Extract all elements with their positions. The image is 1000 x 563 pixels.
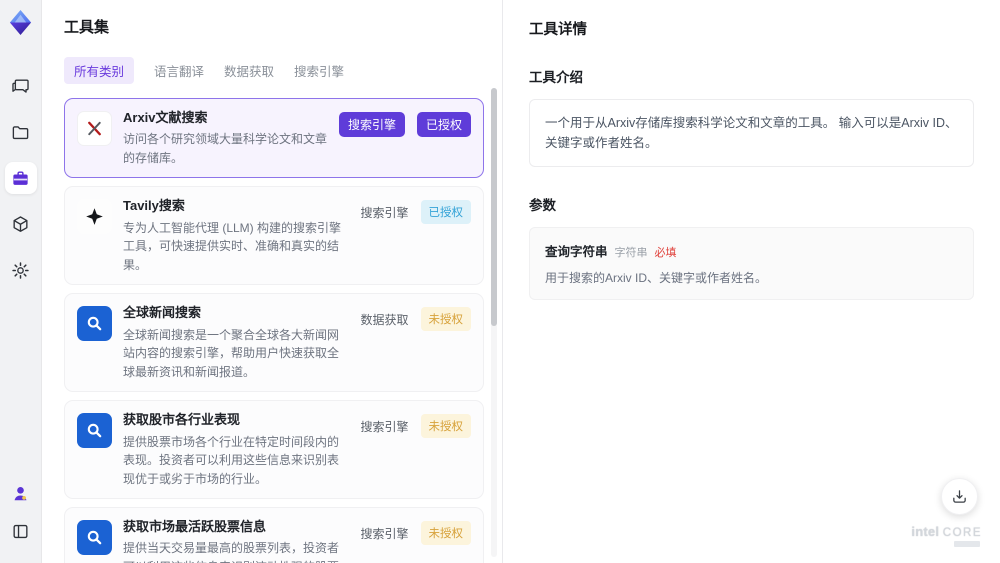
tool-description: 提供当天交易量最高的股票列表，投资者可以利用这些信息来识别流动性强的股票和潜在的… <box>123 541 340 563</box>
intel-brand-text: intel <box>911 524 940 539</box>
tool-description: 访问各个研究领域大量科学论文和文章的存储库。 <box>123 132 328 165</box>
avatar-icon <box>14 486 27 500</box>
tab-translation[interactable]: 语言翻译 <box>154 57 204 84</box>
app-window: 工具集 所有类别 语言翻译 数据获取 搜索引擎 Arxiv文献搜索 访问各个研究… <box>0 0 1000 563</box>
app-sidebar <box>0 0 42 563</box>
sidebar-item-chat[interactable] <box>5 70 37 102</box>
tool-description: 提供股票市场各个行业在特定时间段内的表现。投资者可以利用这些信息来识别表现优于或… <box>123 434 340 486</box>
search-tile-icon <box>77 413 112 449</box>
tool-title: 获取股市各行业表现 <box>123 412 241 428</box>
tool-title: 全球新闻搜索 <box>123 305 202 321</box>
scrollbar-thumb[interactable] <box>491 88 497 326</box>
tool-title: Tavily搜索 <box>123 198 185 214</box>
tool-title: 获取市场最活跃股票信息 <box>123 519 267 535</box>
tab-data-fetch[interactable]: 数据获取 <box>224 57 274 84</box>
toolbox-icon <box>13 170 28 185</box>
category-badge: 搜索引擎 <box>338 112 405 137</box>
page-title: 工具集 <box>64 19 110 36</box>
detail-title: 工具详情 <box>529 22 587 38</box>
tool-detail-panel: 工具详情 工具介绍 一个用于从Arxiv存储库搜索科学论文和文章的工具。 输入可… <box>502 0 1000 563</box>
tool-title: Arxiv文献搜索 <box>123 110 208 125</box>
panel-toggle-icon <box>13 524 28 538</box>
status-badge: 未授权 <box>420 307 471 332</box>
sidebar-item-collapse[interactable] <box>5 515 37 547</box>
sidebar-item-account[interactable] <box>5 477 37 509</box>
category-label: 搜索引擎 <box>360 420 409 435</box>
tool-list-item-tavily[interactable]: Tavily搜索 专为人工智能代理 (LLM) 构建的搜索引擎工具，可快速提供实… <box>64 186 484 286</box>
category-label: 搜索引擎 <box>360 206 409 221</box>
status-badge: 已授权 <box>420 200 471 225</box>
status-badge: 未授权 <box>420 521 471 546</box>
tools-list-panel: 工具集 所有类别 语言翻译 数据获取 搜索引擎 Arxiv文献搜索 访问各个研究… <box>42 0 502 563</box>
param-type: 字符串 <box>614 247 648 259</box>
arxiv-icon <box>77 111 112 146</box>
status-badge: 未授权 <box>420 414 471 439</box>
param-name: 查询字符串 <box>545 245 608 259</box>
params-heading: 参数 <box>529 198 556 213</box>
tool-list: Arxiv文献搜索 访问各个研究领域大量科学论文和文章的存储库。 搜索引擎 已授… <box>64 98 484 563</box>
param-required-flag: 必填 <box>654 247 677 259</box>
tavily-icon <box>77 199 112 235</box>
gear-icon <box>12 261 29 279</box>
tab-search-engine[interactable]: 搜索引擎 <box>294 57 344 84</box>
tool-list-item-most-active-stocks[interactable]: 获取市场最活跃股票信息 提供当天交易量最高的股票列表，投资者可以利用这些信息来识… <box>64 507 484 563</box>
tool-intro-text: 一个用于从Arxiv存储库搜索科学论文和文章的工具。 输入可以是Arxiv ID… <box>529 99 974 167</box>
intro-heading: 工具介绍 <box>529 70 583 85</box>
tab-all-categories[interactable]: 所有类别 <box>64 57 135 84</box>
tool-list-item-sector-performance[interactable]: 获取股市各行业表现 提供股票市场各个行业在特定时间段内的表现。投资者可以利用这些… <box>64 400 484 500</box>
intel-core-logo: intel core <box>911 524 982 547</box>
search-tile-icon <box>77 520 112 556</box>
tool-list-item-global-news[interactable]: 全球新闻搜索 全球新闻搜索是一个聚合全球各大新闻网站内容的搜索引擎，帮助用户快速… <box>64 293 484 393</box>
sidebar-item-files[interactable] <box>5 116 37 148</box>
tool-description: 专为人工智能代理 (LLM) 构建的搜索引擎工具，可快速提供实时、准确和真实的结… <box>123 220 342 272</box>
search-tile-icon <box>77 306 112 342</box>
app-logo <box>9 9 32 36</box>
download-icon <box>953 490 966 503</box>
download-button[interactable] <box>941 478 978 515</box>
cube-icon <box>13 215 28 232</box>
category-label: 搜索引擎 <box>360 527 409 542</box>
status-badge: 已授权 <box>416 112 471 137</box>
tool-list-item-arxiv[interactable]: Arxiv文献搜索 访问各个研究领域大量科学论文和文章的存储库。 搜索引擎 已授… <box>64 98 484 179</box>
sidebar-item-models[interactable] <box>5 208 37 240</box>
category-label: 数据获取 <box>360 313 409 328</box>
intel-core-sub-badge <box>954 541 980 547</box>
category-tabs: 所有类别 语言翻译 数据获取 搜索引擎 <box>64 57 502 84</box>
sidebar-item-settings[interactable] <box>5 254 37 286</box>
param-description: 用于搜索的Arxiv ID、关键字或作者姓名。 <box>545 271 768 285</box>
sidebar-item-toolbox[interactable] <box>4 162 37 194</box>
tool-description: 全球新闻搜索是一个聚合全球各大新闻网站内容的搜索引擎，帮助用户快速获取全球最新资… <box>123 327 340 379</box>
chat-icon <box>12 78 29 93</box>
list-scrollbar[interactable] <box>491 88 497 557</box>
folder-icon <box>12 125 29 139</box>
param-card: 查询字符串 字符串 必填 用于搜索的Arxiv ID、关键字或作者姓名。 <box>529 227 974 300</box>
core-brand-text: core <box>942 527 982 539</box>
